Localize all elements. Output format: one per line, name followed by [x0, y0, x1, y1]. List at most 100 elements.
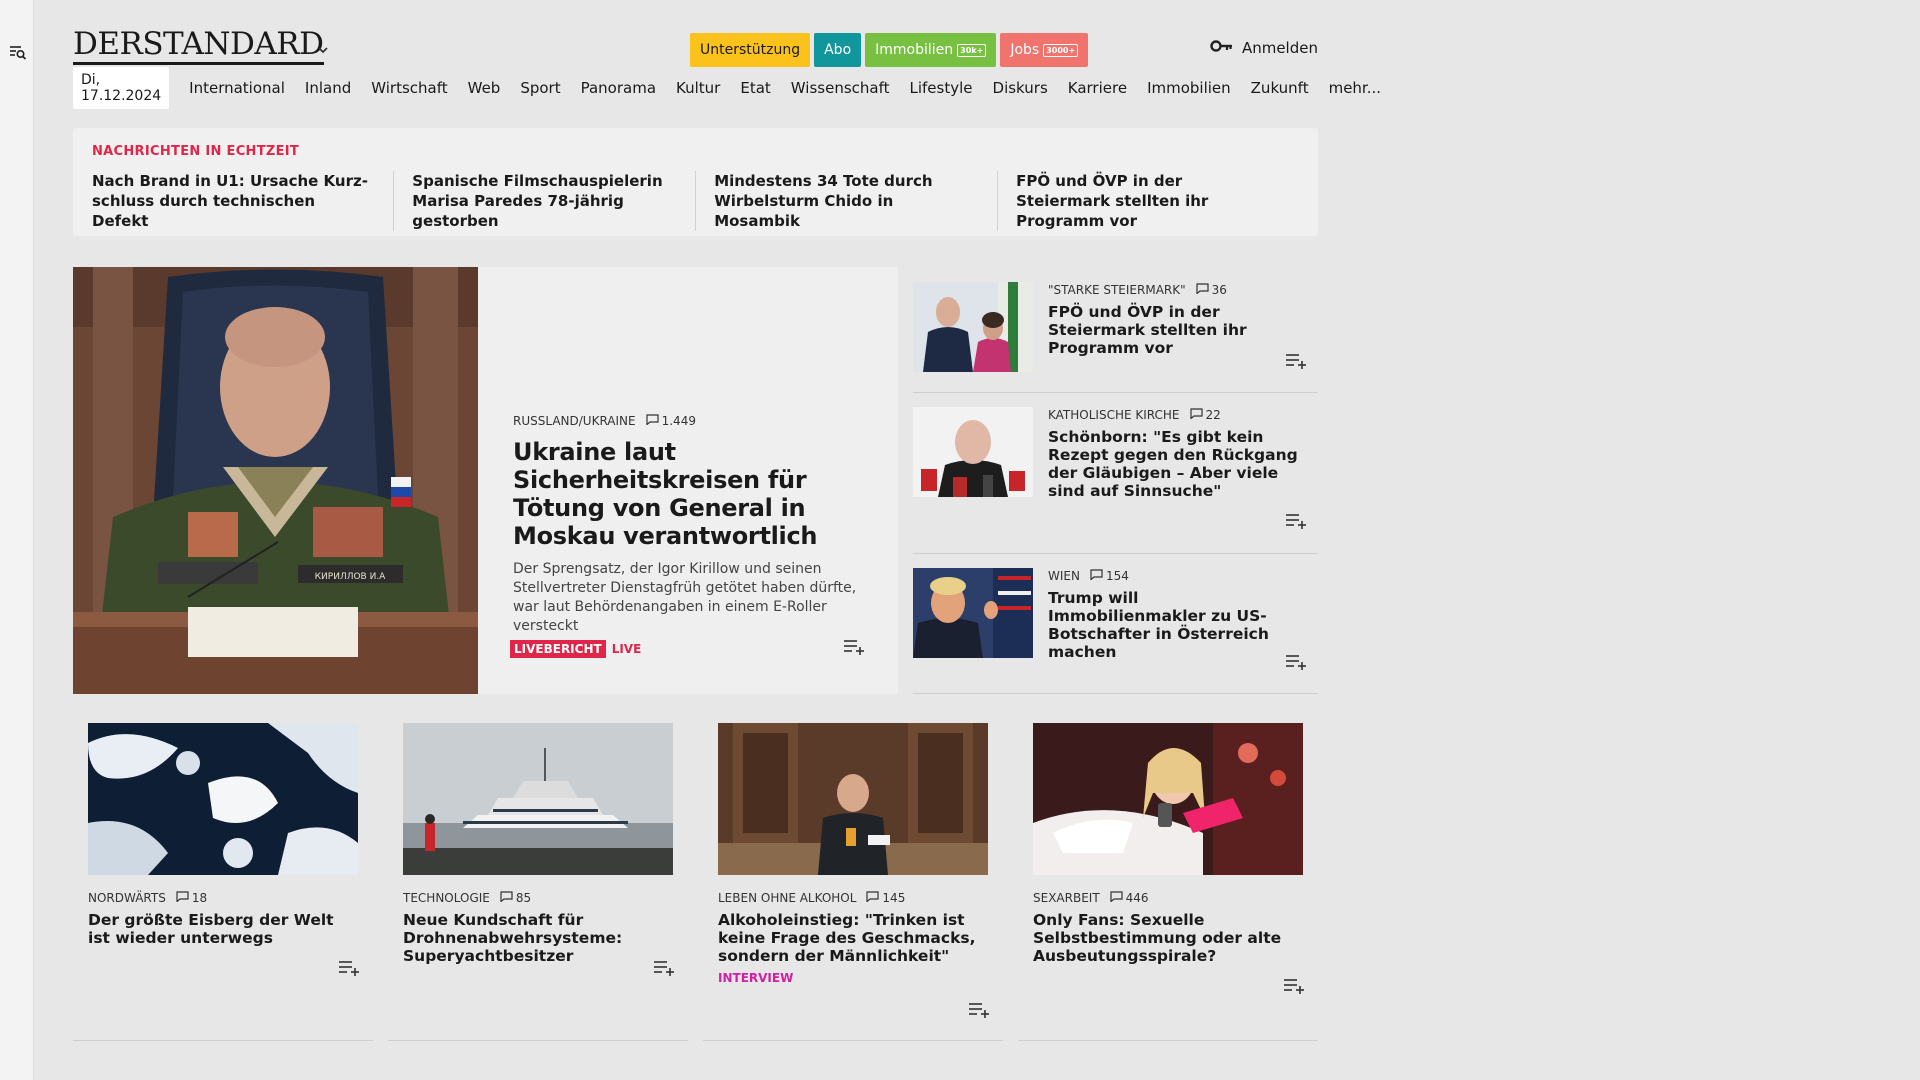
story-meta: KATHOLISCHE KIRCHE 22 — [1048, 408, 1298, 422]
ticker-item[interactable]: Mindestens 34 Tote durch Wirbel­sturm Ch… — [695, 171, 997, 231]
lead-story-title[interactable]: Ukraine laut Sicherheitskrei­sen für Töt… — [513, 438, 863, 550]
story-card: SEXARBEIT 446 Only Fans: Sexuelle Selbst… — [1018, 723, 1318, 1041]
comment-count-value: 18 — [191, 891, 208, 905]
nav-item-web[interactable]: Web — [468, 79, 501, 97]
add-to-list-icon[interactable] — [1283, 978, 1305, 994]
nav-item-more[interactable]: mehr... — [1329, 79, 1381, 97]
nav-item-international[interactable]: International — [189, 79, 285, 97]
add-to-list-icon[interactable] — [968, 1002, 990, 1018]
story-kicker: LEBEN OHNE ALKOHOL — [718, 891, 857, 905]
nameplate-text: КИРИЛЛОВ И.А — [315, 572, 387, 582]
search-menu-icon[interactable] — [8, 42, 28, 62]
nav-item-wissenschaft[interactable]: Wissenschaft — [791, 79, 890, 97]
lead-story-image[interactable]: КИРИЛЛОВ И.А — [73, 267, 478, 694]
side-story-title[interactable]: Schönborn: "Es gibt kein Rezept gegen de… — [1048, 428, 1298, 500]
story-card-image[interactable] — [718, 723, 988, 875]
comment-count[interactable]: 22 — [1189, 408, 1221, 422]
nav-item-immobilien[interactable]: Immobilien — [1147, 79, 1231, 97]
login-button[interactable]: Anmelden — [1210, 39, 1318, 57]
side-story-text: "STARKE STEIERMARK" 36 FPÖ und ÖVP in de… — [1048, 283, 1298, 357]
add-to-list-icon[interactable] — [1285, 654, 1307, 670]
immobilien-count-badge: 30k+ — [957, 43, 987, 57]
story-card: NORDWÄRTS 18 Der größte Eisberg der Welt… — [73, 723, 373, 1041]
comment-icon — [1196, 283, 1209, 297]
comment-count-value: 85 — [515, 891, 532, 905]
side-story-image[interactable] — [913, 282, 1033, 372]
story-card-text: NORDWÄRTS 18 Der größte Eisberg der Welt… — [88, 891, 358, 947]
nav-item-zukunft[interactable]: Zukunft — [1251, 79, 1309, 97]
comment-icon — [500, 891, 513, 905]
comment-count-value: 145 — [882, 891, 906, 905]
add-to-list-icon[interactable] — [843, 639, 865, 655]
ticker-item[interactable]: Nach Brand in U1: Ursache Kurz­schluss d… — [92, 171, 393, 231]
jobs-button[interactable]: Jobs 3000+ — [1000, 33, 1089, 67]
story-kicker: TECHNOLOGIE — [403, 891, 490, 905]
comment-count-value: 154 — [1105, 569, 1129, 583]
comment-icon — [646, 414, 659, 428]
story-card-image[interactable] — [403, 723, 673, 875]
side-story-title[interactable]: Trump will Immobilienmakler zu US-Botsch… — [1048, 589, 1298, 661]
comment-count[interactable]: 18 — [176, 891, 207, 905]
story-card-image[interactable] — [1033, 723, 1303, 875]
story-meta: "STARKE STEIERMARK" 36 — [1048, 283, 1298, 297]
story-card-title[interactable]: Der größte Eisberg der Welt ist wieder u… — [88, 911, 358, 947]
realtime-news-ticker: NACHRICHTEN IN ECHTZEIT Nach Brand in U1… — [73, 128, 1318, 236]
nav-item-diskurs[interactable]: Diskurs — [993, 79, 1048, 97]
nav-item-kultur[interactable]: Kultur — [676, 79, 720, 97]
nav-item-wirtschaft[interactable]: Wirtschaft — [371, 79, 447, 97]
immobilien-label: Immobilien — [875, 42, 954, 58]
comment-icon — [1110, 891, 1123, 905]
live-row: LIVEBERICHT LIVE — [510, 640, 863, 658]
comment-icon — [176, 891, 189, 905]
story-meta: LEBEN OHNE ALKOHOL 145 — [718, 891, 988, 905]
side-story: "STARKE STEIERMARK" 36 FPÖ und ÖVP in de… — [913, 267, 1318, 393]
nav-item-sport[interactable]: Sport — [520, 79, 560, 97]
comment-icon — [866, 891, 880, 905]
site-header: DERSTANDARD Unterstützung Abo Immobilien… — [73, 0, 1318, 70]
side-story-image[interactable] — [913, 568, 1033, 658]
key-icon — [1210, 39, 1234, 57]
comment-count-value: 1.449 — [661, 414, 696, 428]
immobilien-button[interactable]: Immobilien 30k+ — [865, 33, 997, 67]
nav-item-karriere[interactable]: Karriere — [1068, 79, 1127, 97]
side-stories: "STARKE STEIERMARK" 36 FPÖ und ÖVP in de… — [913, 267, 1318, 694]
side-story-image[interactable] — [913, 407, 1033, 497]
add-to-list-icon[interactable] — [338, 960, 360, 976]
ticker-item[interactable]: FPÖ und ÖVP in der Steiermark stell­ten … — [997, 171, 1299, 231]
story-grid: NORDWÄRTS 18 Der größte Eisberg der Welt… — [73, 723, 1318, 1041]
comment-count[interactable]: 145 — [866, 891, 905, 905]
story-meta: TECHNOLOGIE 85 — [403, 891, 673, 905]
add-to-list-icon[interactable] — [1285, 513, 1307, 529]
comment-count[interactable]: 1.449 — [646, 414, 696, 428]
comment-count[interactable]: 85 — [500, 891, 531, 905]
interview-tag: INTERVIEW — [718, 971, 794, 985]
side-story-title[interactable]: FPÖ und ÖVP in der Steiermark stellten i… — [1048, 303, 1298, 357]
story-card-title[interactable]: Neue Kundschaft für Drohnenab­wehrsystem… — [403, 911, 673, 965]
add-to-list-icon[interactable] — [1285, 353, 1307, 369]
story-card: TECHNOLOGIE 85 Neue Kundschaft für Drohn… — [388, 723, 688, 1041]
site-logo[interactable]: DERSTANDARD — [73, 28, 324, 65]
story-meta: RUSSLAND/UKRAINE 1.449 — [513, 414, 863, 428]
chevron-down-icon[interactable] — [316, 42, 330, 56]
add-to-list-icon[interactable] — [653, 960, 675, 976]
abo-button[interactable]: Abo — [814, 33, 862, 67]
comment-icon — [1189, 408, 1203, 422]
nav-item-lifestyle[interactable]: Lifestyle — [910, 79, 973, 97]
livebericht-badge: LIVEBERICHT — [510, 640, 606, 658]
comment-count[interactable]: 154 — [1090, 569, 1129, 583]
comment-count[interactable]: 36 — [1196, 283, 1227, 297]
nav-item-inland[interactable]: Inland — [305, 79, 351, 97]
ticker-item[interactable]: Spanische Filmschauspielerin Marisa Pare… — [393, 171, 695, 231]
support-button[interactable]: Unterstützung — [690, 33, 811, 67]
story-kicker: NORDWÄRTS — [88, 891, 166, 905]
nav-item-panorama[interactable]: Panorama — [581, 79, 656, 97]
story-card-image[interactable] — [88, 723, 358, 875]
story-card-title[interactable]: Alkoholeinstieg: "Trinken ist keine Frag… — [718, 911, 988, 965]
comment-count[interactable]: 446 — [1110, 891, 1149, 905]
side-story: KATHOLISCHE KIRCHE 22 Schönborn: "Es gib… — [913, 393, 1318, 554]
story-meta: WIEN 154 — [1048, 569, 1298, 583]
promo-buttons: Unterstützung Abo Immobilien 30k+ Jobs 3… — [690, 33, 1089, 67]
story-card-title[interactable]: Only Fans: Sexuelle Selbstbestim­mung od… — [1033, 911, 1303, 965]
nav-item-etat[interactable]: Etat — [740, 79, 770, 97]
ticker-label: NACHRICHTEN IN ECHTZEIT — [92, 144, 300, 159]
